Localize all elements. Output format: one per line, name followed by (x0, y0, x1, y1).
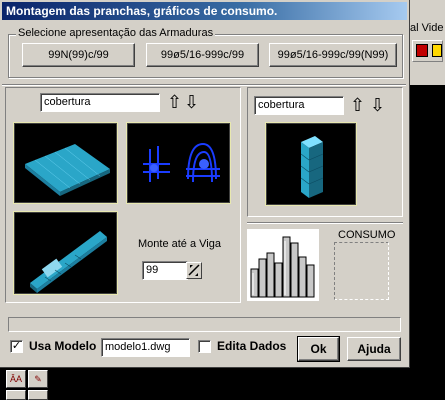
armadura-option-1-button[interactable]: 99N(99)c/99 (22, 43, 135, 67)
progress-bar (8, 317, 401, 332)
arrow-up-icon[interactable]: ⇧ (350, 97, 365, 115)
monte-label: Monte até a Viga (138, 238, 221, 250)
right-level-input[interactable]: cobertura (254, 96, 344, 115)
tool-icon-2[interactable] (28, 390, 48, 400)
divider (2, 84, 406, 86)
edita-dados-label: Edita Dados (217, 339, 287, 353)
building-chart-icon (247, 229, 319, 301)
background-toolbar-bottom: ÂA ✎ (0, 368, 445, 400)
dialog-title[interactable]: Montagem das pranchas, gráficos de consu… (2, 2, 407, 20)
armaduras-group-label: Selecione apresentação das Armaduras (16, 27, 216, 39)
edita-dados-checkbox[interactable] (198, 340, 211, 353)
yellow-tool-icon[interactable] (432, 44, 442, 57)
red-tool-icon[interactable] (416, 44, 428, 57)
arrow-down-icon[interactable]: ⇩ (370, 97, 385, 115)
background-toolbar (412, 40, 443, 62)
spin-icon[interactable] (186, 262, 202, 279)
right-divider (247, 222, 403, 224)
arrow-up-icon[interactable]: ⇧ (167, 94, 182, 112)
armadura-option-3-button[interactable]: 99ø5/16-999c/99(N99) (269, 43, 397, 67)
usa-modelo-label: Usa Modelo (29, 339, 97, 353)
beam-3d-thumbnail[interactable] (13, 211, 118, 295)
rebar-3d-thumbnail[interactable] (126, 122, 231, 204)
tool-icon[interactable] (6, 390, 26, 400)
ajuda-button[interactable]: Ajuda (347, 337, 401, 361)
viga-input[interactable]: 99 (142, 261, 188, 280)
left-level-input[interactable]: cobertura (40, 93, 160, 112)
background-app: al Vide (410, 0, 445, 400)
slab-3d-thumbnail[interactable] (13, 122, 118, 204)
background-menu: al Vide (410, 22, 444, 34)
montagem-dialog: Montagem das pranchas, gráficos de consu… (0, 0, 410, 368)
usa-modelo-checkbox[interactable]: ✓ (10, 340, 23, 353)
armadura-option-2-button[interactable]: 99ø5/16-999c/99 (146, 43, 259, 67)
arrow-down-icon[interactable]: ⇩ (184, 94, 199, 112)
consumo-box (334, 242, 389, 300)
consumo-label: CONSUMO (338, 229, 396, 241)
modelo-input[interactable]: modelo1.dwg (101, 338, 190, 357)
column-3d-thumbnail[interactable] (265, 122, 357, 206)
pencil-icon[interactable]: ✎ (28, 370, 48, 388)
text-style-icon[interactable]: ÂA (6, 370, 26, 388)
ok-button[interactable]: Ok (297, 336, 340, 362)
